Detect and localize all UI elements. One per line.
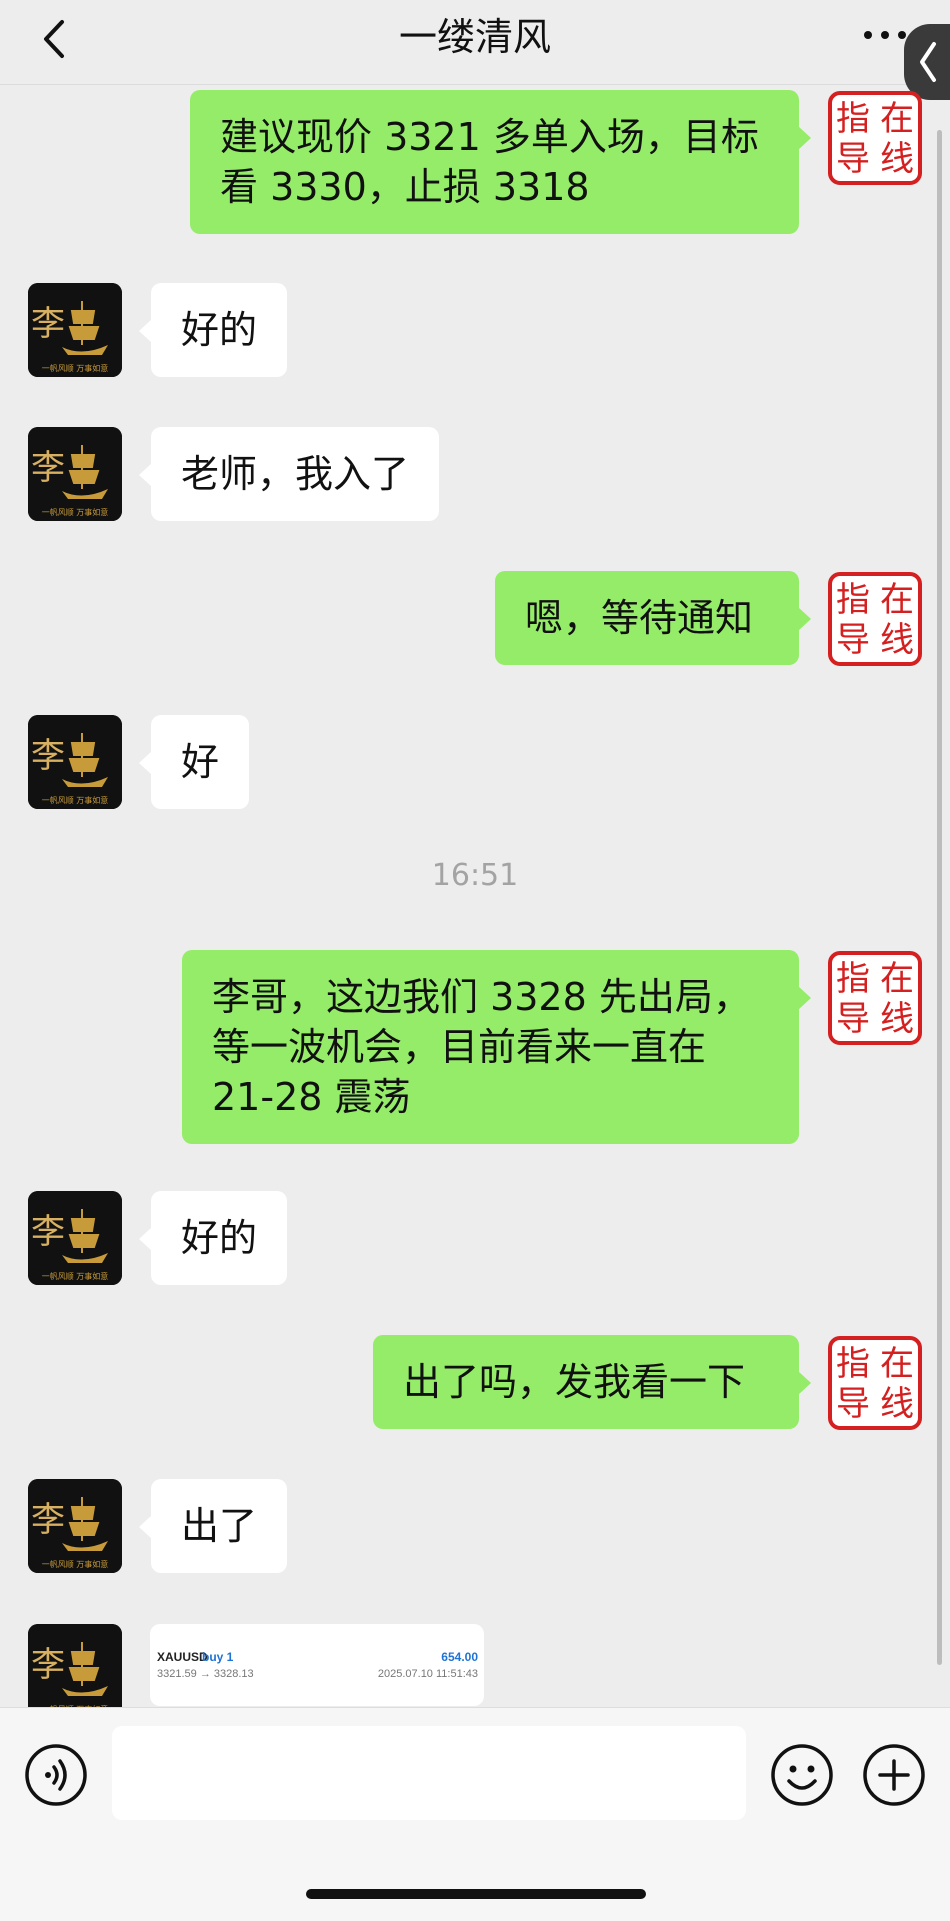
message-text: 嗯，等待通知 bbox=[525, 596, 754, 640]
avatar-sailing-ship-icon: 李 一帆风顺 万事如意 bbox=[28, 1479, 122, 1573]
trade-side: buy 1 bbox=[202, 1650, 234, 1664]
avatar-caption: 一帆风顺 万事如意 bbox=[42, 363, 109, 373]
online-guide-badge-icon: 指 在 导 线 bbox=[828, 1336, 922, 1430]
message-text: 李哥，这边我们 3328 先出局，等一波机会，目前看来一直在 21-28 震荡 bbox=[212, 975, 751, 1119]
avatar-caption: 一帆风顺 万事如意 bbox=[42, 795, 109, 805]
badge-char: 导 bbox=[836, 620, 870, 660]
avatar[interactable]: 李 一帆风顺 万事如意 bbox=[28, 1191, 122, 1285]
message-bubble-incoming[interactable]: 老师，我入了 bbox=[138, 427, 440, 521]
avatar-glyph: 李 bbox=[31, 1212, 65, 1252]
avatar[interactable]: 李 一帆风顺 万事如意 bbox=[28, 1624, 122, 1718]
avatar[interactable]: 李 一帆风顺 万事如意 bbox=[28, 1479, 122, 1573]
avatar-sailing-ship-icon: 李 一帆风顺 万事如意 bbox=[28, 715, 122, 809]
online-guide-badge-icon: 指 在 导 线 bbox=[828, 951, 922, 1045]
message-bubble-incoming[interactable]: 好的 bbox=[138, 283, 288, 377]
message-text: 好的 bbox=[181, 1216, 258, 1260]
badge-char: 线 bbox=[880, 1384, 914, 1424]
avatar-sailing-ship-icon: 李 一帆风顺 万事如意 bbox=[28, 1624, 122, 1718]
scrollbar[interactable] bbox=[937, 130, 942, 1665]
message-bubble-outgoing[interactable]: 出了吗，发我看一下 bbox=[373, 1335, 811, 1429]
message-text: 出了吗，发我看一下 bbox=[403, 1360, 746, 1404]
more-dots-icon bbox=[864, 31, 906, 39]
badge-char: 指 bbox=[836, 1344, 870, 1384]
badge-char: 指 bbox=[836, 959, 870, 999]
trade-screenshot-message[interactable]: XAUUSD buy 1 654.00 3321.59 → 3328.13 20… bbox=[150, 1624, 484, 1706]
badge-char: 线 bbox=[880, 999, 914, 1039]
avatar-caption: 一帆风顺 万事如意 bbox=[42, 507, 109, 517]
message-bubble-outgoing[interactable]: 嗯，等待通知 bbox=[495, 571, 811, 665]
badge-char: 在 bbox=[880, 580, 914, 620]
badge-char: 在 bbox=[880, 1344, 914, 1384]
badge-char: 导 bbox=[836, 139, 870, 179]
page-title: 一缕清风 bbox=[398, 15, 551, 59]
badge-char: 线 bbox=[880, 620, 914, 660]
emoji-icon bbox=[771, 1744, 833, 1806]
badge-char: 在 bbox=[880, 959, 914, 999]
plus-icon bbox=[863, 1744, 925, 1806]
trade-profit: 654.00 bbox=[441, 1650, 478, 1664]
badge-char: 导 bbox=[836, 999, 870, 1039]
message-text: 好 bbox=[181, 740, 220, 784]
badge-char: 线 bbox=[880, 139, 914, 179]
message-bubble-outgoing[interactable]: 建议现价 3321 多单入场，目标看 3330，止损 3318 bbox=[190, 90, 811, 234]
timestamp-divider: 16:51 bbox=[431, 858, 519, 893]
message-bubble-incoming[interactable]: 好的 bbox=[138, 1191, 288, 1285]
badge-char: 指 bbox=[836, 99, 870, 139]
trade-datetime: 2025.07.10 11:51:43 bbox=[377, 1668, 478, 1680]
trade-prices: 3321.59 → 3328.13 bbox=[157, 1668, 254, 1680]
voice-icon bbox=[25, 1744, 87, 1806]
voice-button[interactable] bbox=[24, 1743, 88, 1807]
home-indicator[interactable] bbox=[306, 1889, 646, 1899]
chevron-left-icon bbox=[920, 42, 936, 82]
avatar[interactable]: 李 一帆风顺 万事如意 bbox=[28, 715, 122, 809]
message-text: 老师，我入了 bbox=[181, 452, 410, 496]
avatar-sailing-ship-icon: 李 一帆风顺 万事如意 bbox=[28, 427, 122, 521]
avatar-glyph: 李 bbox=[31, 304, 65, 344]
avatar-glyph: 李 bbox=[31, 1500, 65, 1540]
avatar[interactable]: 李 一帆风顺 万事如意 bbox=[28, 283, 122, 377]
online-guide-badge-icon: 指 在 导 线 bbox=[828, 91, 922, 185]
message-text: 出了 bbox=[181, 1504, 258, 1548]
more-button[interactable] bbox=[860, 20, 910, 50]
message-input[interactable] bbox=[112, 1726, 746, 1820]
chat-header: 一缕清风 bbox=[0, 0, 950, 85]
emoji-button[interactable] bbox=[770, 1743, 834, 1807]
online-guide-badge-icon: 指 在 导 线 bbox=[828, 572, 922, 666]
avatar-glyph: 李 bbox=[31, 448, 65, 488]
message-bubble-outgoing[interactable]: 李哥，这边我们 3328 先出局，等一波机会，目前看来一直在 21-28 震荡 bbox=[182, 950, 811, 1144]
message-bubble-incoming[interactable]: 出了 bbox=[138, 1479, 288, 1573]
avatar-sailing-ship-icon: 李 一帆风顺 万事如意 bbox=[28, 1191, 122, 1285]
avatar[interactable]: 李 一帆风顺 万事如意 bbox=[28, 427, 122, 521]
message-text: 好的 bbox=[181, 308, 258, 352]
avatar-glyph: 李 bbox=[31, 736, 65, 776]
avatar-caption: 一帆风顺 万事如意 bbox=[42, 1559, 109, 1569]
edge-panel-handle[interactable] bbox=[904, 24, 950, 100]
avatar-sailing-ship-icon: 李 一帆风顺 万事如意 bbox=[28, 283, 122, 377]
badge-char: 指 bbox=[836, 580, 870, 620]
avatar-caption: 一帆风顺 万事如意 bbox=[42, 1271, 109, 1281]
badge-char: 在 bbox=[880, 99, 914, 139]
badge-char: 导 bbox=[836, 1384, 870, 1424]
trade-symbol: XAUUSD bbox=[157, 1650, 208, 1664]
message-text: 建议现价 3321 多单入场，目标看 3330，止损 3318 bbox=[220, 115, 759, 209]
avatar-glyph: 李 bbox=[31, 1645, 65, 1685]
message-bubble-incoming[interactable]: 好 bbox=[138, 715, 250, 809]
plus-button[interactable] bbox=[862, 1743, 926, 1807]
